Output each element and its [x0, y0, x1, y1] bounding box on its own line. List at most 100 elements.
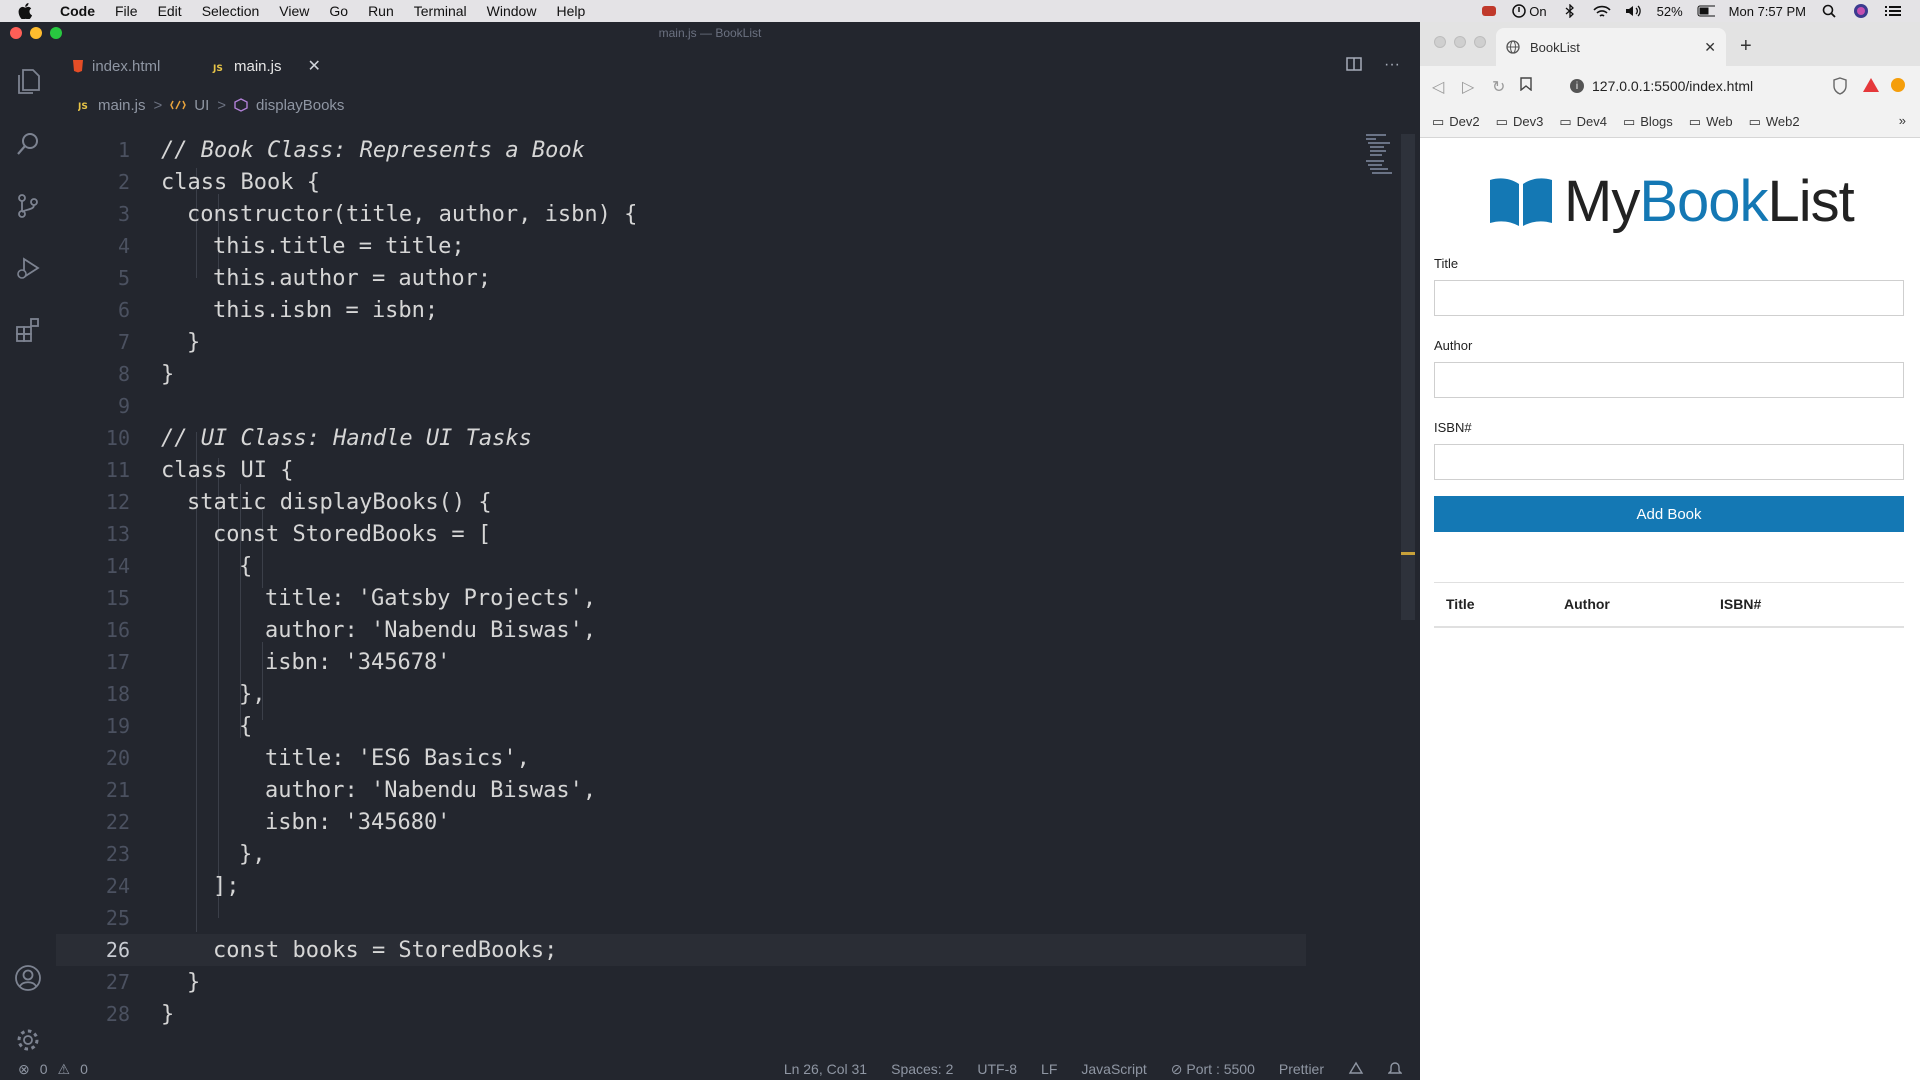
menu-view[interactable]: View [269, 0, 319, 22]
code-text: ]; [213, 873, 240, 899]
bluetooth-icon[interactable] [1561, 4, 1579, 18]
close-tab-icon[interactable]: ✕ [308, 56, 321, 76]
bookmark-web[interactable]: ▭ Web [1689, 114, 1733, 130]
run-debug-icon[interactable] [14, 254, 42, 282]
account-icon[interactable] [14, 964, 42, 992]
bookmark-label: Dev3 [1512, 114, 1544, 129]
window-title: main.js — BookList [658, 26, 762, 40]
editor-tabs: index.html JS main.js ✕ ··· [56, 44, 1420, 88]
title-input[interactable] [1434, 280, 1904, 316]
end-of-line[interactable]: LF [1041, 1061, 1057, 1077]
code-text: this.isbn = isbn; [213, 297, 439, 323]
browser-maximize-button[interactable] [1474, 36, 1486, 48]
more-actions-icon[interactable]: ··· [1384, 56, 1400, 77]
menubar-clock[interactable]: Mon 7:57 PM [1729, 4, 1806, 19]
breadcrumb-method[interactable]: displayBooks [256, 97, 344, 114]
breadcrumb-file[interactable]: main.js [98, 97, 146, 114]
feedback-icon[interactable] [1348, 1061, 1364, 1078]
extensions-icon[interactable] [14, 316, 42, 344]
code-line: 10 // UI Class: Handle UI Tasks [56, 422, 1306, 454]
line-number: 8 [117, 362, 130, 386]
menu-selection[interactable]: Selection [192, 0, 270, 22]
recording-icon[interactable] [1480, 4, 1498, 18]
menu-edit[interactable]: Edit [148, 0, 192, 22]
indentation[interactable]: Spaces: 2 [891, 1061, 953, 1077]
minimap[interactable] [1366, 134, 1402, 176]
encoding[interactable]: UTF-8 [977, 1061, 1017, 1077]
problems-indicator[interactable]: ⊗ 0 ⚠ 0 [18, 1061, 88, 1078]
forward-icon[interactable]: ▷ [1462, 77, 1474, 97]
close-tab-icon[interactable]: ✕ [1704, 39, 1716, 56]
menu-help[interactable]: Help [546, 0, 595, 22]
brave-rewards-icon[interactable] [1862, 77, 1880, 95]
line-number: 6 [117, 298, 130, 322]
editor-scrollbar[interactable] [1401, 134, 1415, 620]
folder-icon: ▭ [1559, 113, 1572, 129]
author-input[interactable] [1434, 362, 1904, 398]
prettier-status[interactable]: Prettier [1279, 1061, 1324, 1077]
menu-window[interactable]: Window [477, 0, 547, 22]
notification-center-icon[interactable] [1884, 4, 1902, 18]
breadcrumb-class[interactable]: UI [194, 97, 209, 114]
menu-run[interactable]: Run [358, 0, 404, 22]
code-line: 3 constructor(title, author, isbn) { [56, 198, 1306, 230]
notifications-bell-icon[interactable] [1387, 1060, 1403, 1079]
cursor-position[interactable]: Ln 26, Col 31 [784, 1061, 867, 1077]
explorer-icon[interactable] [14, 68, 42, 96]
bookmark-dev3[interactable]: ▭ Dev3 [1496, 114, 1544, 130]
menu-app-code[interactable]: Code [54, 0, 105, 22]
author-label: Author [1434, 338, 1473, 353]
extension-orange-icon[interactable] [1890, 77, 1908, 95]
bookmark-dev2[interactable]: ▭ Dev2 [1432, 114, 1480, 130]
search-icon[interactable] [14, 130, 42, 158]
code-line-current: 26 const books = StoredBooks; [56, 934, 1306, 966]
brave-shield-icon[interactable] [1832, 77, 1850, 95]
tab-main-js[interactable]: JS main.js ✕ [196, 44, 337, 88]
maximize-window-button[interactable] [50, 27, 62, 39]
spotlight-search-icon[interactable] [1820, 4, 1838, 18]
breadcrumb: JS main.js > UI > displayBooks [56, 88, 1420, 122]
bookmarks-overflow[interactable]: » [1899, 113, 1906, 128]
back-icon[interactable]: ◁ [1432, 77, 1444, 97]
site-info-icon[interactable]: i [1570, 79, 1584, 93]
split-editor-icon[interactable] [1346, 56, 1362, 77]
bookmark-label: Blogs [1640, 114, 1673, 129]
menu-file[interactable]: File [105, 0, 148, 22]
browser-close-button[interactable] [1434, 36, 1446, 48]
source-control-icon[interactable] [14, 192, 42, 220]
column-title: Title [1446, 596, 1475, 612]
isbn-input[interactable] [1434, 444, 1904, 480]
focus-status[interactable]: On [1512, 4, 1547, 19]
close-window-button[interactable] [10, 27, 22, 39]
bookmark-icon[interactable] [1520, 77, 1532, 96]
browser-window: BookList ✕ + ◁ ▷ ↻ i 127.0.0.1:5500/inde… [1420, 22, 1920, 1080]
battery-icon[interactable] [1697, 4, 1715, 18]
tab-index-html[interactable]: index.html [56, 44, 176, 88]
wifi-icon[interactable] [1593, 4, 1611, 18]
language-mode[interactable]: JavaScript [1081, 1061, 1146, 1077]
minimize-window-button[interactable] [30, 27, 42, 39]
menu-terminal[interactable]: Terminal [404, 0, 477, 22]
folder-icon: ▭ [1495, 113, 1508, 129]
code-line: 9 [56, 390, 1306, 422]
volume-icon[interactable] [1625, 4, 1643, 18]
url-text: 127.0.0.1:5500/index.html [1592, 78, 1754, 94]
add-book-button[interactable]: Add Book [1434, 496, 1904, 532]
apple-icon[interactable] [18, 3, 40, 19]
bookmark-dev4[interactable]: ▭ Dev4 [1559, 114, 1607, 130]
line-number: 10 [105, 426, 130, 450]
globe-icon [1506, 40, 1520, 54]
reload-icon[interactable]: ↻ [1492, 77, 1505, 97]
new-tab-button[interactable]: + [1740, 35, 1752, 58]
bookmark-web2[interactable]: ▭ Web2 [1749, 114, 1800, 130]
browser-minimize-button[interactable] [1454, 36, 1466, 48]
browser-tab[interactable]: BookList ✕ [1496, 28, 1726, 66]
bookmark-blogs[interactable]: ▭ Blogs [1623, 114, 1673, 130]
menu-go[interactable]: Go [319, 0, 358, 22]
live-server-port[interactable]: ⊘ Port : 5500 [1171, 1061, 1255, 1078]
manage-gear-icon[interactable] [14, 1026, 42, 1054]
code-text: { [239, 553, 253, 579]
address-bar[interactable]: i 127.0.0.1:5500/index.html [1570, 73, 1810, 99]
code-editor[interactable]: 1 // Book Class: Represents a Book 2 cla… [56, 122, 1420, 1058]
siri-icon[interactable] [1852, 4, 1870, 18]
